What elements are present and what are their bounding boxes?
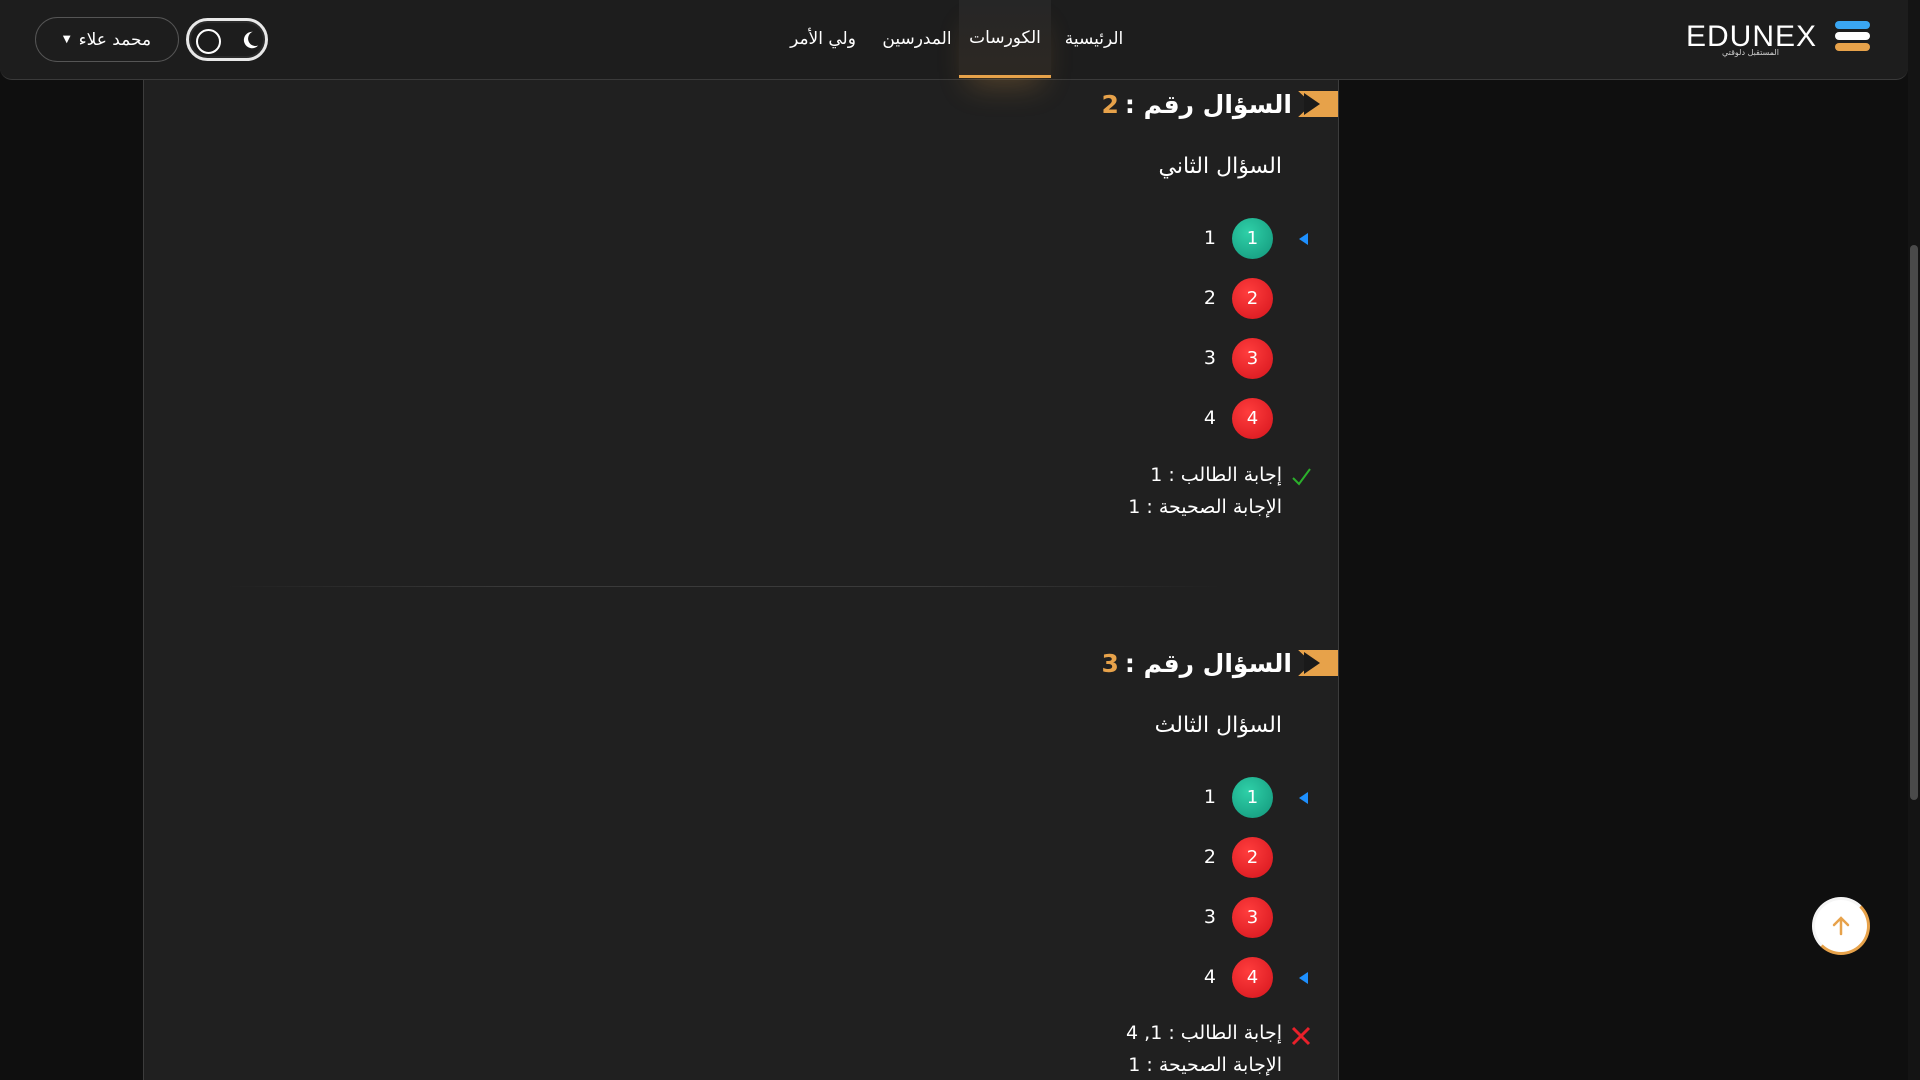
question-title: السؤال رقم : 3 (1101, 646, 1338, 680)
question-title: السؤال رقم : 2 (1101, 87, 1338, 121)
nav-link-teachers[interactable]: المدرسين (868, 0, 966, 78)
flag-icon (1298, 650, 1338, 676)
answer-option: 1 1 (1078, 777, 1338, 819)
page-scrollbar[interactable] (1908, 0, 1920, 1080)
logo-tagline: المستقبل دلوقتي (1722, 48, 1779, 57)
option-label: 3 (1203, 906, 1216, 928)
option-badge: 1 (1232, 218, 1273, 259)
student-answer: إجابة الطالب : 1 (1150, 464, 1282, 486)
nav-links: ولي الأمر المدرسين الكورسات الرئيسية (0, 0, 1908, 80)
question-text: السؤال الثالث (1154, 713, 1282, 738)
cross-icon (1291, 1026, 1311, 1046)
selected-marker-icon (1299, 233, 1308, 245)
answer-option: 4 4 (1078, 398, 1338, 440)
option-badge: 4 (1232, 398, 1273, 439)
question-text: السؤال الثاني (1158, 154, 1282, 179)
option-label: 4 (1203, 407, 1216, 429)
selected-marker-icon (1299, 972, 1308, 984)
question-heading: السؤال رقم : (1124, 89, 1292, 119)
scroll-to-top-button[interactable] (1812, 897, 1870, 955)
option-label: 1 (1203, 227, 1216, 249)
question-divider (224, 586, 1224, 587)
nav-link-courses[interactable]: الكورسات (959, 0, 1051, 78)
option-badge: 4 (1232, 957, 1273, 998)
option-label: 2 (1203, 287, 1216, 309)
question-number: 2 (1101, 89, 1119, 119)
answer-option: 3 3 (1078, 897, 1338, 939)
option-label: 1 (1203, 786, 1216, 808)
student-answer: إجابة الطالب : 1, 4 (1126, 1022, 1282, 1044)
answer-option: 2 2 (1078, 278, 1338, 320)
edunex-logo[interactable]: EDUNEX المستقبل دلوقتي (1686, 16, 1876, 60)
option-label: 4 (1203, 966, 1216, 988)
option-badge: 2 (1232, 837, 1273, 878)
nav-link-parent[interactable]: ولي الأمر (773, 0, 873, 78)
exam-results-panel: السؤال رقم : 2 السؤال الثاني 1 1 2 2 3 3… (143, 80, 1339, 1080)
option-badge: 1 (1232, 777, 1273, 818)
scrollbar-thumb[interactable] (1910, 245, 1918, 800)
flag-icon (1298, 91, 1338, 117)
question-number: 3 (1101, 648, 1119, 678)
top-navbar: محمد علاء ▼ ولي الأمر المدرسين الكورسات … (0, 0, 1908, 80)
answer-option: 4 4 (1078, 957, 1338, 999)
answer-option: 1 1 (1078, 218, 1338, 260)
option-badge: 2 (1232, 278, 1273, 319)
option-label: 3 (1203, 347, 1216, 369)
option-badge: 3 (1232, 338, 1273, 379)
question-heading: السؤال رقم : (1124, 648, 1292, 678)
correct-answer: الإجابة الصحيحة : 1 (1128, 496, 1282, 518)
option-label: 2 (1203, 846, 1216, 868)
answer-option: 3 3 (1078, 338, 1338, 380)
option-badge: 3 (1232, 897, 1273, 938)
arrow-up-icon (1832, 916, 1850, 936)
selected-marker-icon (1299, 792, 1308, 804)
correct-answer: الإجابة الصحيحة : 1 (1128, 1054, 1282, 1076)
check-icon (1292, 468, 1311, 486)
answer-option: 2 2 (1078, 837, 1338, 879)
nav-link-home[interactable]: الرئيسية (1056, 0, 1132, 78)
